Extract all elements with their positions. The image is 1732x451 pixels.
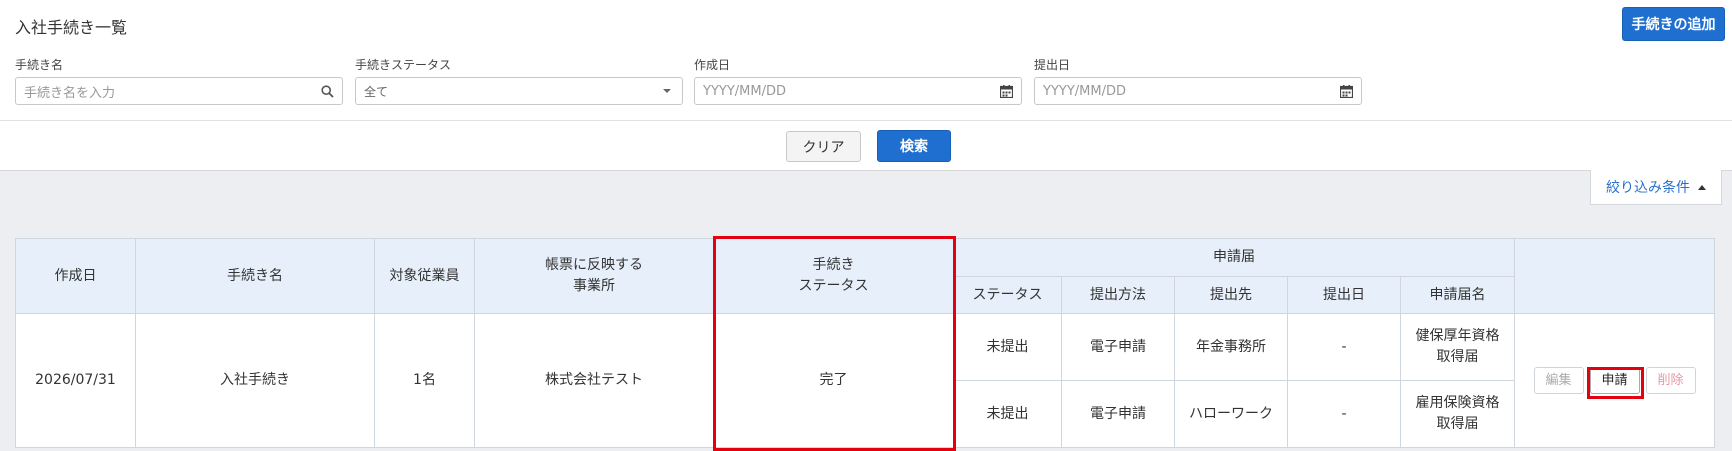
col-status-line2: ステータス <box>798 278 869 294</box>
page-title: 入社手続き一覧 <box>15 18 128 37</box>
cell-form-method: 電子申請 <box>1061 380 1175 448</box>
cell-employees: 1名 <box>374 313 475 448</box>
cell-form-status: 未提出 <box>953 380 1062 448</box>
status-select[interactable]: 全て <box>355 77 683 105</box>
col-actions <box>1514 238 1715 314</box>
col-office: 帳票に反映する 事業所 <box>474 238 714 314</box>
cell-name: 入社手続き <box>135 313 375 448</box>
procedure-name-input[interactable]: 手続き名を入力 <box>15 77 343 105</box>
col-office-line1: 帳票に反映する <box>545 257 643 273</box>
submitted-date-label: 提出日 <box>1034 58 1071 72</box>
divider <box>0 120 1732 121</box>
filter-toggle[interactable]: 絞り込み条件 <box>1590 170 1722 205</box>
col-form-status: ステータス <box>953 276 1062 314</box>
col-status-line1: 手続き <box>812 257 855 273</box>
calendar-icon <box>999 84 1013 98</box>
col-employees: 対象従業員 <box>374 238 475 314</box>
table-row: 2026/07/31 入社手続き 1名 株式会社テスト 完了 未提出 電子申請 … <box>15 313 1715 448</box>
cell-form-status: 未提出 <box>953 313 1062 381</box>
apply-button[interactable]: 申請 <box>1589 367 1640 394</box>
cell-form-destination: ハローワーク <box>1174 380 1288 448</box>
calendar-icon <box>1339 84 1353 98</box>
cell-form-name: 健保厚年資格 取得届 <box>1400 313 1515 381</box>
search-icon <box>320 84 334 98</box>
cell-form-date: - <box>1287 380 1401 448</box>
col-created: 作成日 <box>15 238 136 314</box>
col-form-destination: 提出先 <box>1174 276 1288 314</box>
cell-created: 2026/07/31 <box>15 313 136 448</box>
cell-form-date: - <box>1287 313 1401 381</box>
form-name-line1: 雇用保険資格 <box>1415 395 1500 411</box>
cell-office: 株式会社テスト <box>474 313 714 448</box>
procedures-table: 作成日 手続き名 対象従業員 帳票に反映する 事業所 手続き ステータス 申請届… <box>15 238 1715 448</box>
cell-status: 完了 <box>713 313 954 448</box>
cell-actions: 編集 申請 削除 <box>1514 313 1715 448</box>
col-status: 手続き ステータス <box>713 238 954 314</box>
col-application-group: 申請届 <box>953 238 1515 277</box>
procedure-name-placeholder: 手続き名を入力 <box>24 85 116 101</box>
col-form-method: 提出方法 <box>1061 276 1175 314</box>
edit-button[interactable]: 編集 <box>1533 367 1584 394</box>
submitted-date-input[interactable]: YYYY/MM/DD <box>1034 77 1362 105</box>
filter-toggle-label: 絞り込み条件 <box>1606 180 1690 196</box>
submitted-date-placeholder: YYYY/MM/DD <box>1043 83 1126 99</box>
cell-form-name: 雇用保険資格 取得届 <box>1400 380 1515 448</box>
col-form-name: 申請届名 <box>1400 276 1515 314</box>
created-date-placeholder: YYYY/MM/DD <box>703 83 786 99</box>
chevron-down-icon <box>660 84 674 98</box>
created-date-input[interactable]: YYYY/MM/DD <box>694 77 1022 105</box>
status-label: 手続きステータス <box>355 58 452 72</box>
caret-up-icon <box>1698 184 1706 190</box>
created-date-label: 作成日 <box>694 58 731 72</box>
col-form-date: 提出日 <box>1287 276 1401 314</box>
form-name-line2: 取得届 <box>1436 349 1479 365</box>
cell-form-method: 電子申請 <box>1061 313 1175 381</box>
cell-form-destination: 年金事務所 <box>1174 313 1288 381</box>
form-name-line2: 取得届 <box>1436 416 1479 432</box>
add-procedure-button[interactable]: 手続きの追加 <box>1622 7 1725 41</box>
col-name: 手続き名 <box>135 238 375 314</box>
col-office-line2: 事業所 <box>573 278 615 294</box>
status-select-value: 全て <box>364 84 389 99</box>
form-name-line1: 健保厚年資格 <box>1415 328 1500 344</box>
procedure-name-label: 手続き名 <box>15 58 64 72</box>
clear-button[interactable]: クリア <box>786 131 861 162</box>
delete-button[interactable]: 削除 <box>1645 367 1696 394</box>
search-button[interactable]: 検索 <box>877 130 951 162</box>
